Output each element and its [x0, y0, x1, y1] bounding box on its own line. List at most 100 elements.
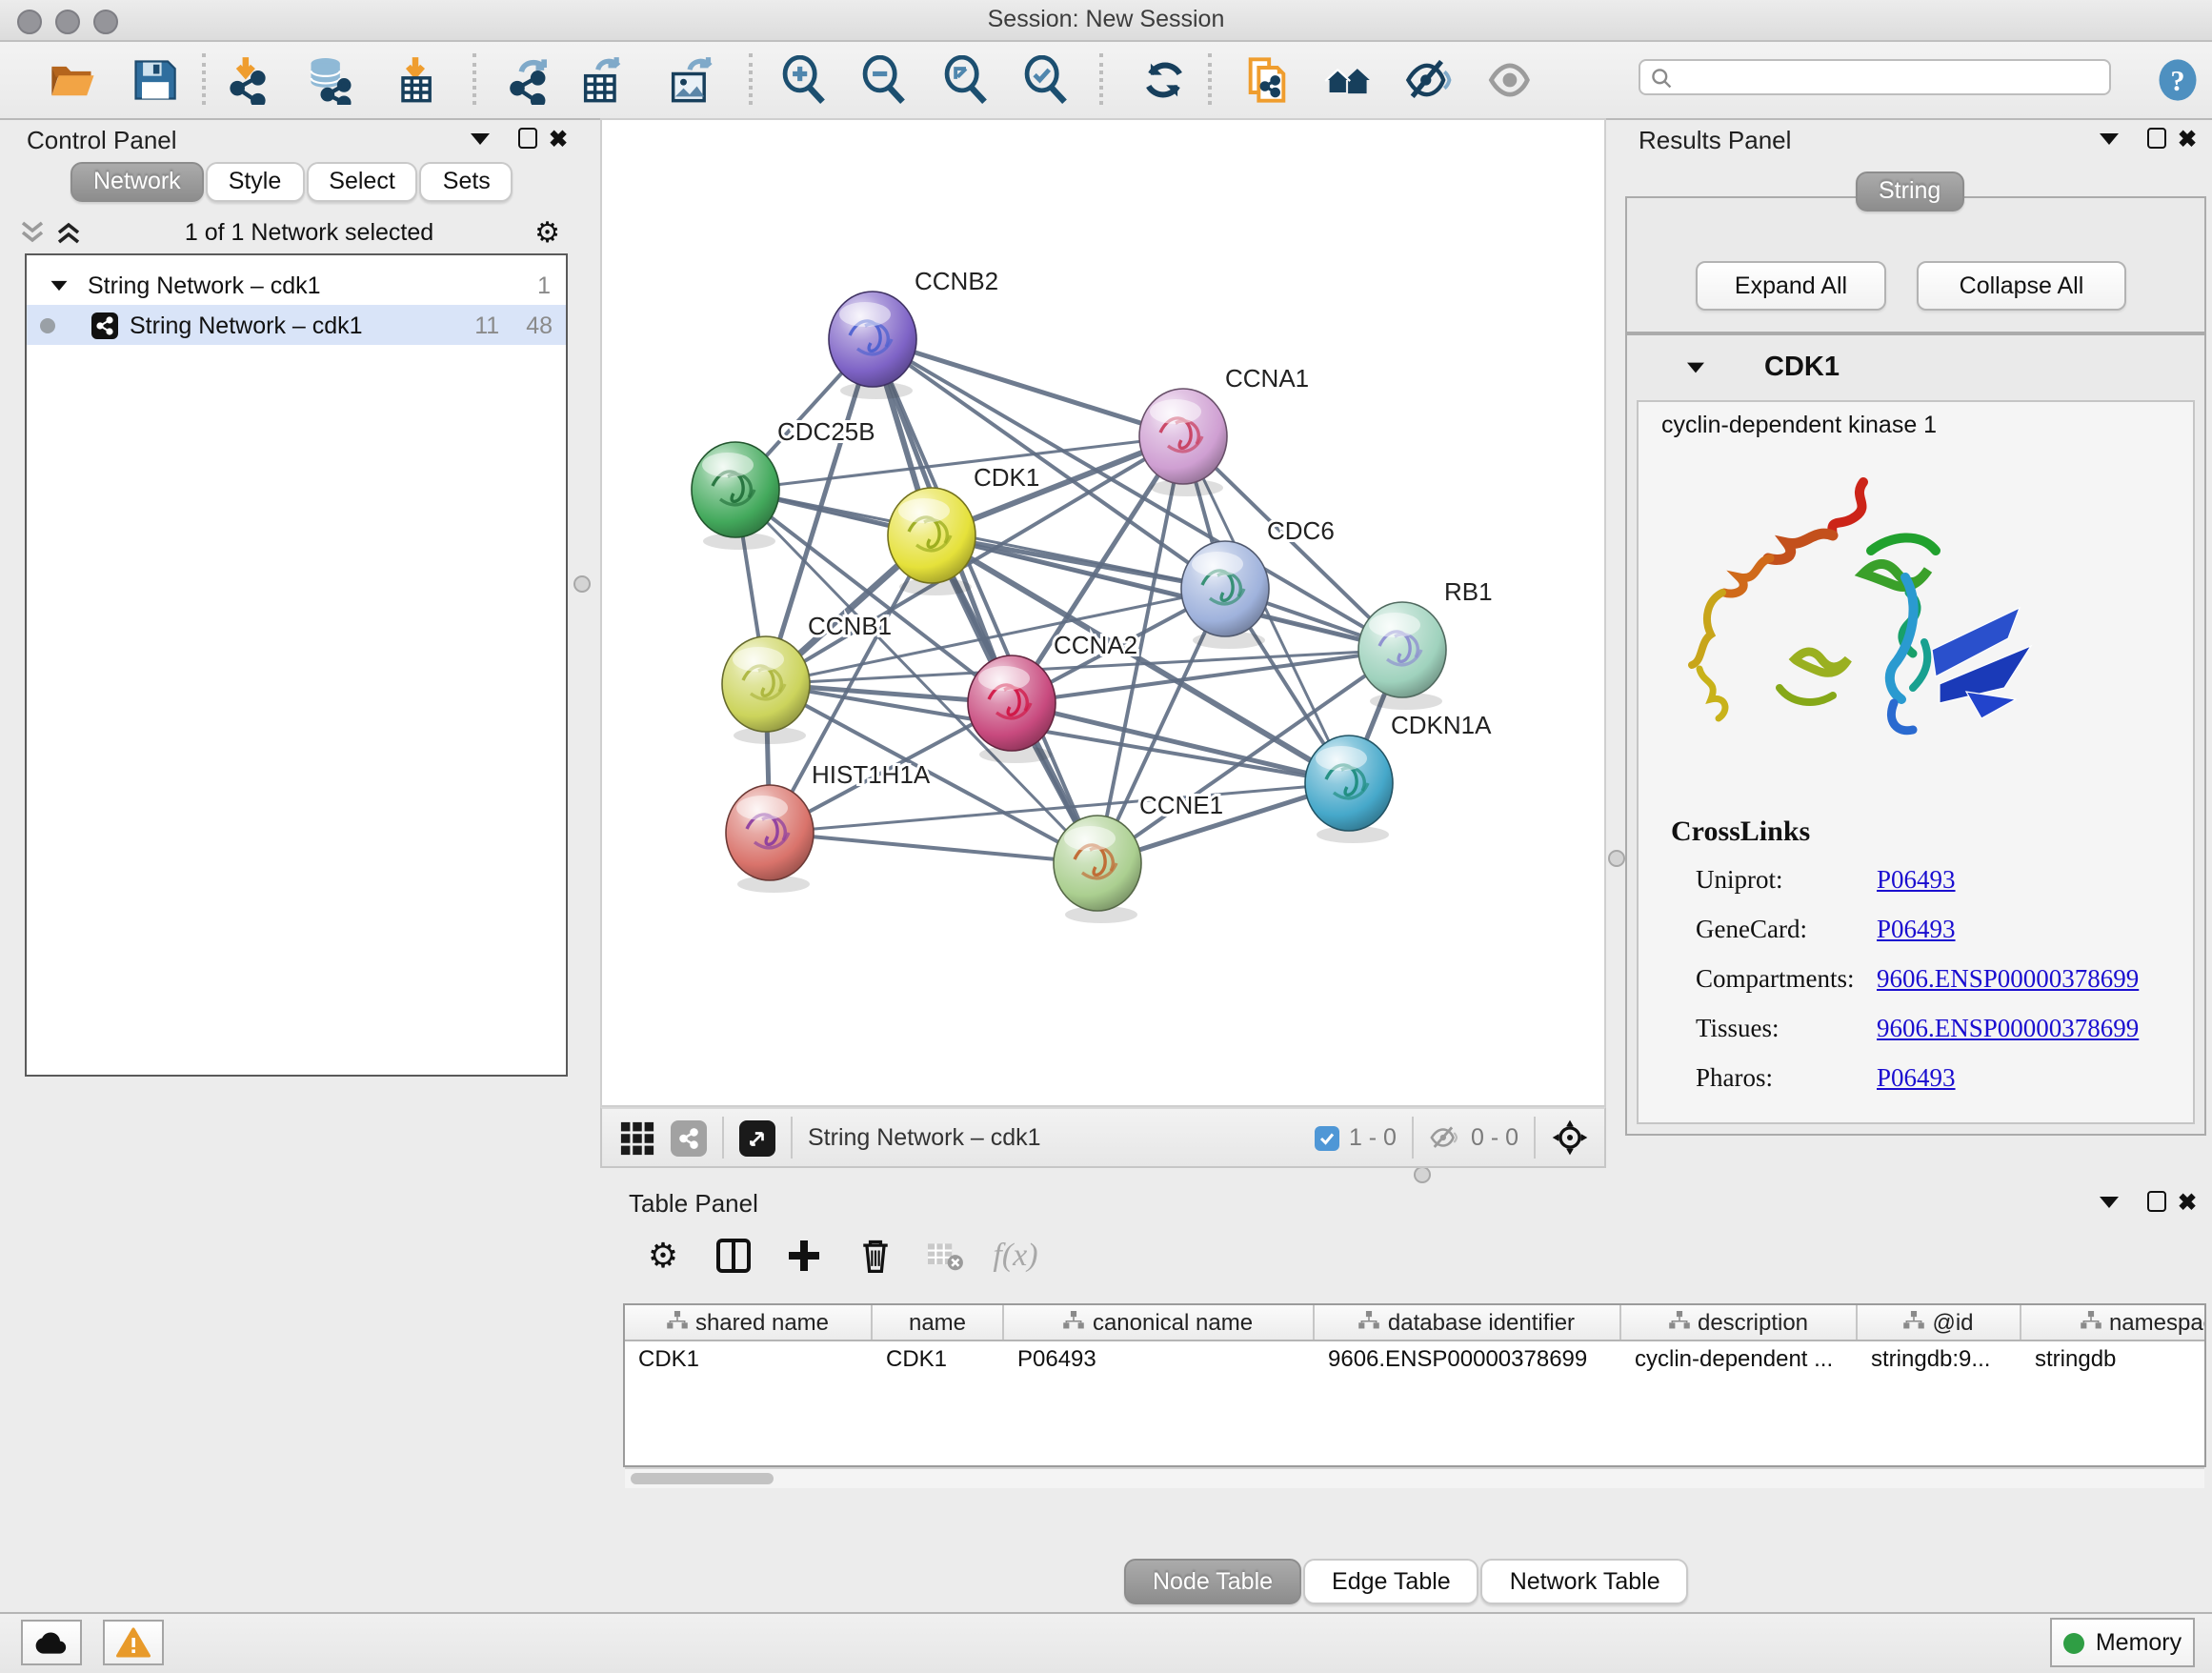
import-network-from-database-button[interactable]	[301, 51, 358, 109]
crosslink-link[interactable]: 9606.ENSP00000378699	[1877, 1014, 2139, 1044]
network-edge-CCNB2-CCNA1[interactable]	[873, 339, 1183, 436]
shared-column-icon	[667, 1309, 688, 1336]
detach-view-icon[interactable]	[739, 1119, 775, 1156]
network-row[interactable]: String Network – cdk1 11 48	[27, 305, 566, 345]
tab-node-table[interactable]: Node Table	[1124, 1559, 1301, 1604]
show-columns-icon[interactable]	[707, 1231, 760, 1280]
collapse-all-icon[interactable]	[19, 219, 48, 246]
table-cell[interactable]: stringdb:9...	[1858, 1341, 2021, 1376]
function-builder-icon[interactable]: f(x)	[989, 1231, 1042, 1280]
table-cell[interactable]: CDK1	[625, 1341, 873, 1376]
tab-select[interactable]: Select	[306, 162, 418, 202]
selected-checkbox-icon[interactable]	[1315, 1125, 1339, 1150]
tab-style[interactable]: Style	[206, 162, 305, 202]
clone-network-button[interactable]	[1238, 51, 1296, 109]
first-neighbors-button[interactable]	[1318, 51, 1376, 109]
table-row[interactable]: CDK1CDK1P064939606.ENSP00000378699cyclin…	[625, 1341, 2204, 1376]
table-panel-float-icon[interactable]	[2147, 1191, 2166, 1212]
horizontal-splitter-handle[interactable]	[1414, 1166, 1431, 1183]
memory-button[interactable]: Memory	[2050, 1618, 2195, 1667]
hscrollbar-thumb[interactable]	[631, 1473, 774, 1484]
network-edge-CDK1-RB1[interactable]	[932, 535, 1402, 650]
crosslink-link[interactable]: P06493	[1877, 1063, 1956, 1094]
expand-all-button[interactable]: Expand All	[1696, 261, 1886, 311]
table-panel-collapse-icon[interactable]	[2100, 1197, 2119, 1208]
zoom-selected-button[interactable]	[1017, 51, 1075, 109]
tab-network-table[interactable]: Network Table	[1481, 1559, 1689, 1604]
selection-status: 1 of 1 Network selected	[84, 219, 534, 246]
table-settings-gear-icon[interactable]: ⚙	[636, 1231, 690, 1280]
column-header--id[interactable]: @id	[1858, 1305, 2021, 1340]
control-panel-float-icon[interactable]	[518, 128, 537, 149]
selected-counts: 1 - 0	[1349, 1124, 1397, 1151]
network-node-RB1[interactable]: RB1	[1358, 577, 1493, 710]
delete-column-icon[interactable]	[848, 1231, 901, 1280]
table-cell[interactable]: P06493	[1004, 1341, 1315, 1376]
add-column-icon[interactable]	[777, 1231, 831, 1280]
export-image-button[interactable]	[661, 51, 718, 109]
control-panel-collapse-icon[interactable]	[471, 133, 490, 145]
table-cell[interactable]: cyclin-dependent ...	[1621, 1341, 1858, 1376]
left-splitter-handle[interactable]	[573, 575, 591, 593]
column-header-name[interactable]: name	[873, 1305, 1004, 1340]
tab-edge-table[interactable]: Edge Table	[1303, 1559, 1479, 1604]
crosslink-link[interactable]: P06493	[1877, 915, 1956, 945]
column-header-description[interactable]: description	[1621, 1305, 1858, 1340]
table-panel-close-icon[interactable]: ✖	[2178, 1193, 2197, 1212]
result-entry-header[interactable]: CDK1	[1627, 335, 2204, 400]
table-hscrollbar[interactable]	[625, 1467, 2204, 1488]
tab-sets[interactable]: Sets	[420, 162, 513, 202]
table-cell[interactable]: stringdb	[2021, 1341, 2206, 1376]
export-table-button[interactable]	[573, 51, 631, 109]
column-header-namespace[interactable]: namespace	[2021, 1305, 2206, 1340]
collection-expander-icon[interactable]	[50, 279, 76, 291]
tab-string[interactable]: String	[1856, 171, 1963, 212]
delete-table-icon[interactable]	[918, 1231, 972, 1280]
column-header-shared-name[interactable]: shared name	[625, 1305, 873, 1340]
warnings-button[interactable]	[103, 1620, 164, 1665]
zoom-in-button[interactable]	[775, 51, 833, 109]
grid-view-icon[interactable]	[619, 1119, 655, 1156]
network-node-CCNB2[interactable]: CCNB2	[829, 267, 998, 399]
import-network-button[interactable]	[219, 51, 276, 109]
toolbar-search[interactable]	[1639, 59, 2111, 95]
results-panel-close-icon[interactable]: ✖	[2178, 130, 2197, 149]
column-header-canonical-name[interactable]: canonical name	[1004, 1305, 1315, 1340]
network-edge-CCNA2-CDKN1A[interactable]	[1012, 703, 1349, 783]
birdseye-target-icon[interactable]	[1551, 1119, 1589, 1157]
search-input[interactable]	[1673, 64, 2109, 91]
help-button[interactable]: ?	[2149, 51, 2206, 109]
import-table-button[interactable]	[387, 51, 444, 109]
hide-selected-button[interactable]	[1400, 51, 1458, 109]
network-options-gear-icon[interactable]: ⚙	[534, 215, 560, 250]
network-node-CCNE1[interactable]: CCNE1	[1054, 791, 1223, 923]
expand-all-icon[interactable]	[55, 219, 84, 246]
results-panel-collapse-icon[interactable]	[2100, 133, 2119, 145]
collection-name: String Network – cdk1	[88, 272, 321, 298]
cloud-button[interactable]	[21, 1620, 82, 1665]
results-panel-float-icon[interactable]	[2147, 128, 2166, 149]
crosslink-link[interactable]: 9606.ENSP00000378699	[1877, 964, 2139, 995]
tab-network[interactable]: Network	[70, 162, 204, 202]
table-cell[interactable]: CDK1	[873, 1341, 1004, 1376]
export-network-button[interactable]	[501, 51, 558, 109]
save-session-button[interactable]	[126, 51, 183, 109]
entry-expander-icon[interactable]	[1686, 362, 1705, 373]
network-canvas[interactable]: CCNB2CCNA1CDC25BCDK1CDC6RB1CCNB1CCNA2CDK…	[600, 118, 1606, 1107]
houses-icon	[1322, 55, 1372, 105]
network-collection-row[interactable]: String Network – cdk1 1	[27, 265, 566, 305]
zoom-fit-button[interactable]	[937, 51, 995, 109]
control-panel-close-icon[interactable]: ✖	[549, 130, 568, 149]
right-splitter-handle[interactable]	[1608, 850, 1625, 867]
network-node-CDKN1A[interactable]: CDKN1A	[1305, 711, 1492, 843]
open-session-button[interactable]	[44, 51, 101, 109]
refresh-button[interactable]	[1136, 51, 1193, 109]
zoom-out-button[interactable]	[855, 51, 913, 109]
show-all-button[interactable]	[1482, 51, 1539, 109]
main-toolbar: ?	[0, 42, 2212, 120]
network-share-view-icon[interactable]	[671, 1119, 707, 1156]
crosslink-link[interactable]: P06493	[1877, 865, 1956, 896]
column-header-database-identifier[interactable]: database identifier	[1315, 1305, 1621, 1340]
table-cell[interactable]: 9606.ENSP00000378699	[1315, 1341, 1621, 1376]
collapse-all-button[interactable]: Collapse All	[1917, 261, 2126, 311]
